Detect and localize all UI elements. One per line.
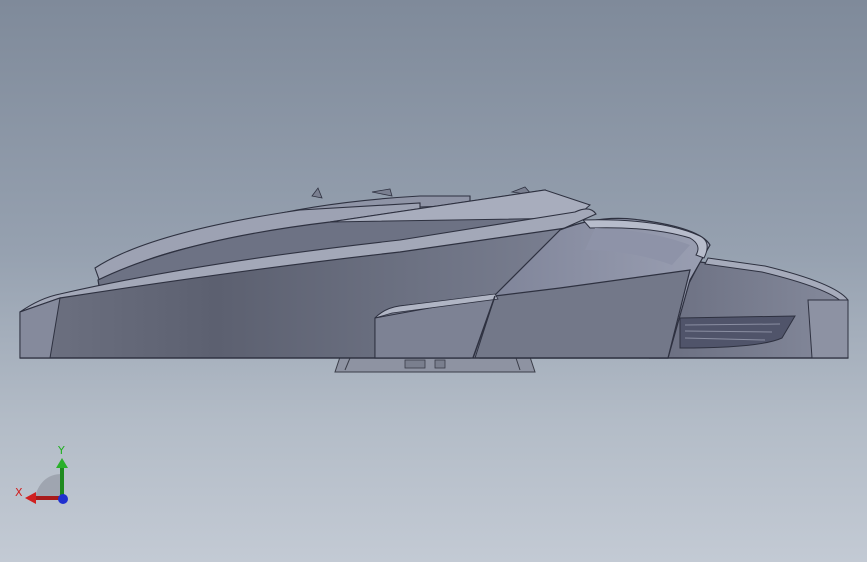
z-axis-dot bbox=[58, 494, 68, 504]
graphics-viewport[interactable]: Y X bbox=[0, 0, 867, 562]
y-axis-arrowhead bbox=[56, 458, 68, 468]
view-triad[interactable]: Y X bbox=[0, 0, 867, 562]
x-axis-label: X bbox=[15, 486, 23, 499]
y-axis-label: Y bbox=[57, 444, 65, 457]
x-axis-arrowhead bbox=[25, 492, 36, 504]
